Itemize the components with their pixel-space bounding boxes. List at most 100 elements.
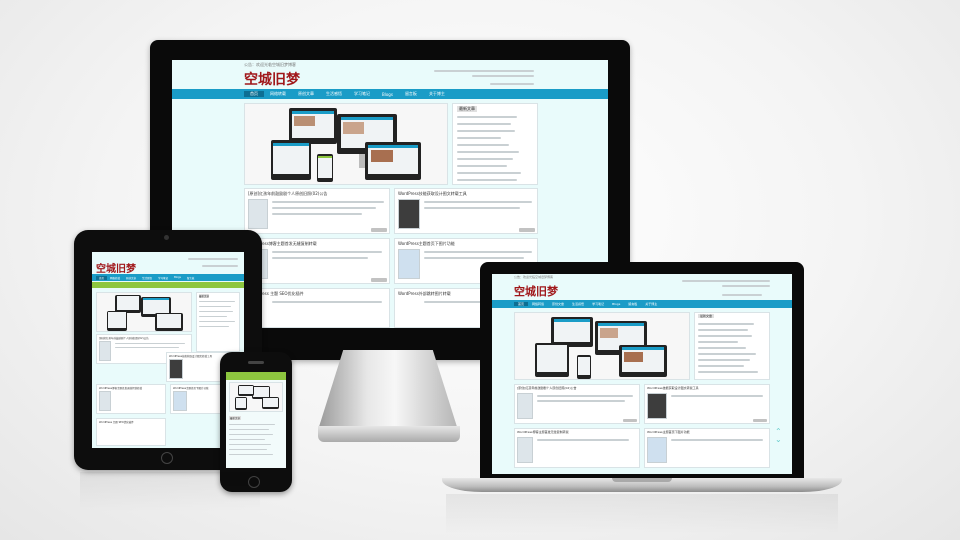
nav-item-4[interactable]: 学习笔记 (155, 276, 171, 280)
nav-item-1[interactable]: 网络转载 (107, 276, 123, 280)
post-thumbnail (398, 199, 420, 229)
nav-item-2[interactable]: 原创文章 (123, 276, 139, 280)
post-card[interactable]: WordPress博客主题首发无缝复制转载 (514, 428, 640, 468)
sidebar-link[interactable] (698, 347, 746, 349)
sidebar-link[interactable] (457, 137, 501, 139)
site-logo[interactable]: 空城旧梦 (244, 69, 300, 89)
nav-item-0[interactable]: 首页 (244, 91, 264, 97)
post-card[interactable]: WordPress技能获取设计图文转载工具 (394, 188, 538, 234)
sidebar-link[interactable] (199, 321, 235, 323)
post-excerpt (537, 439, 629, 441)
sidebar-link[interactable] (698, 353, 756, 355)
sidebar-link[interactable] (698, 329, 748, 331)
sidebar-link[interactable] (457, 151, 519, 153)
nav-item-3[interactable]: 生活感悟 (139, 276, 155, 280)
sidebar-link[interactable] (199, 311, 233, 313)
header-info-line (188, 258, 238, 260)
sidebar-link[interactable] (698, 341, 738, 343)
sidebar-link[interactable] (229, 424, 275, 426)
featured-image[interactable] (514, 312, 690, 380)
post-title[interactable]: [原创]红孩年前鼓励剧个人原创旧照(02)公告 (517, 386, 637, 390)
nav-item-0[interactable]: 首页 (96, 275, 108, 280)
sidebar-link[interactable] (457, 172, 521, 174)
post-card[interactable]: WordPress主题首页下图片功能 (644, 428, 770, 468)
nav-item-6[interactable]: 留言板 (184, 276, 198, 280)
sidebar-link[interactable] (229, 444, 271, 446)
nav-item-4[interactable]: 学习笔记 (348, 91, 376, 97)
post-title[interactable]: WordPress博客主题首发无缝复制转载 (248, 241, 388, 247)
phone-website-screen: 最新文章 (226, 372, 286, 468)
sidebar-link[interactable] (199, 301, 235, 303)
scroll-arrows[interactable]: ⌃ ⌄ (775, 428, 785, 444)
featured-image[interactable] (244, 103, 448, 185)
read-more-button[interactable] (623, 419, 637, 422)
sidebar-link[interactable] (229, 434, 273, 436)
nav-item-2[interactable]: 原创文章 (548, 302, 568, 306)
nav-item-5[interactable]: Blogs (608, 302, 624, 306)
post-card[interactable]: [原创]红孩年前鼓励剧个人原创旧照(02)公告 (244, 188, 390, 234)
read-more-button[interactable] (371, 278, 387, 282)
sidebar-link[interactable] (698, 365, 744, 367)
sidebar-link[interactable] (457, 130, 515, 132)
sidebar-link[interactable] (229, 439, 265, 441)
nav-item-0[interactable]: 首页 (514, 302, 529, 306)
sidebar-link[interactable] (199, 306, 231, 308)
mini-tablet (535, 343, 569, 377)
sidebar-link[interactable] (199, 326, 229, 328)
post-title[interactable]: [原创]红孩年前鼓励剧个人原创旧照(02)公告 (248, 191, 388, 197)
nav-item-6[interactable]: 留言板 (624, 302, 641, 306)
nav-item-6[interactable]: 留言板 (399, 91, 423, 97)
nav-item-5[interactable]: Blogs (376, 92, 399, 97)
sidebar-link[interactable] (229, 449, 267, 451)
read-more-button[interactable] (519, 228, 535, 232)
sidebar-link[interactable] (457, 165, 507, 167)
sidebar-link[interactable] (698, 323, 754, 325)
featured-image[interactable] (96, 292, 192, 332)
sidebar-link[interactable] (698, 371, 758, 373)
read-more-button[interactable] (753, 419, 767, 422)
post-title[interactable]: WordPress技能获取设计图文转载工具 (398, 191, 536, 197)
site-logo[interactable]: 空城旧梦 (96, 260, 136, 275)
sidebar-link[interactable] (199, 316, 227, 318)
post-title[interactable]: [原创]红孩年前鼓励剧个人原创旧照(02)公告 (99, 336, 191, 340)
sidebar-link[interactable] (698, 335, 752, 337)
sidebar-link[interactable] (457, 144, 509, 146)
mini-laptop (238, 385, 254, 396)
post-title[interactable]: WordPress 主题 SEO优化插件 (99, 420, 165, 424)
nav-item-1[interactable]: 网络转载 (528, 302, 548, 306)
post-title[interactable]: WordPress博客主题首发无缝复制转载 (517, 430, 637, 434)
nav-item-5[interactable]: Blogs (171, 276, 184, 279)
nav-item-1[interactable]: 网络转载 (264, 91, 292, 97)
post-card[interactable]: WordPress博客主题首发无缝复制转载 (244, 238, 390, 284)
post-title[interactable]: WordPress技能获取设计图文转载工具 (647, 386, 767, 390)
tablet-home-button[interactable] (161, 452, 173, 464)
sidebar-link[interactable] (229, 454, 273, 456)
nav-item-7[interactable]: 关于博主 (423, 91, 451, 97)
sidebar-link[interactable] (457, 123, 511, 125)
sidebar-link[interactable] (457, 158, 513, 160)
post-card[interactable]: WordPress 主题 SEO优化插件 (96, 418, 166, 446)
sidebar-link[interactable] (229, 429, 269, 431)
phone-nav[interactable] (226, 372, 286, 380)
post-title[interactable]: WordPress 主题 SEO优化插件 (248, 291, 388, 297)
post-card[interactable]: [原创]红孩年前鼓励剧个人原创旧照(02)公告 (514, 384, 640, 424)
nav-item-3[interactable]: 生活感悟 (320, 91, 348, 97)
read-more-button[interactable] (371, 228, 387, 232)
post-title[interactable]: WordPress主题首页下图片功能 (647, 430, 767, 434)
post-card[interactable]: WordPress 主题 SEO优化插件 (244, 288, 390, 328)
sidebar-link[interactable] (698, 359, 750, 361)
sidebar-link[interactable] (457, 116, 517, 118)
sidebar-link[interactable] (457, 179, 517, 181)
nav-item-2[interactable]: 原创文章 (292, 91, 320, 97)
mini-laptop-right (365, 142, 421, 180)
nav-item-3[interactable]: 生活感悟 (568, 302, 588, 306)
site-logo[interactable]: 空城旧梦 (514, 283, 558, 299)
nav-item-7[interactable]: 关于博主 (641, 302, 661, 306)
post-card[interactable]: WordPress博客主题首发无缝复制转载 (96, 384, 166, 414)
mini-phone (317, 154, 333, 182)
nav-item-4[interactable]: 学习笔记 (588, 302, 608, 306)
post-title[interactable]: WordPress主题首页下图片功能 (398, 241, 536, 247)
post-title[interactable]: WordPress博客主题首发无缝复制转载 (99, 386, 165, 390)
post-card[interactable]: WordPress技能获取设计图文转载工具 (644, 384, 770, 424)
featured-image[interactable] (229, 382, 283, 412)
